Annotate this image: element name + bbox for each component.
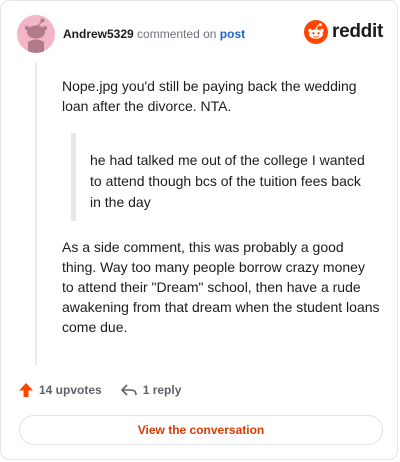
snoo-avatar-icon[interactable] <box>17 15 55 53</box>
comment-paragraph-2: As a side comment, this was probably a g… <box>62 239 380 335</box>
post-link[interactable]: post <box>220 27 245 41</box>
reddit-brand[interactable]: reddit <box>304 19 383 45</box>
upvote-count: 14 upvotes <box>39 383 102 397</box>
reply-button[interactable]: 1 reply <box>120 382 182 398</box>
commented-on-text: commented on <box>137 27 217 41</box>
blockquote: he had talked me out of the college I wa… <box>71 133 371 221</box>
upvote-button[interactable]: 14 upvotes <box>18 382 102 398</box>
upvote-arrow-icon <box>19 383 33 397</box>
reply-arrow-icon <box>120 384 137 396</box>
reddit-wordmark: reddit <box>332 21 383 42</box>
reddit-logo-icon <box>304 20 329 44</box>
comment-meta: Andrew5329 commented on post <box>63 26 245 42</box>
view-conversation-button[interactable]: View the conversation <box>19 415 383 445</box>
reply-count: 1 reply <box>142 383 182 397</box>
thread-line[interactable] <box>35 63 37 365</box>
comment-actions: 14 upvotes 1 reply <box>18 379 181 401</box>
comment-paragraph-1: Nope.jpg you'd still be paying back the … <box>62 78 357 114</box>
username-link[interactable]: Andrew5329 <box>63 27 134 41</box>
embedded-comment-card: Andrew5329 commented on post reddit Nope… <box>0 0 398 460</box>
comment-header: Andrew5329 commented on post reddit <box>17 15 383 53</box>
